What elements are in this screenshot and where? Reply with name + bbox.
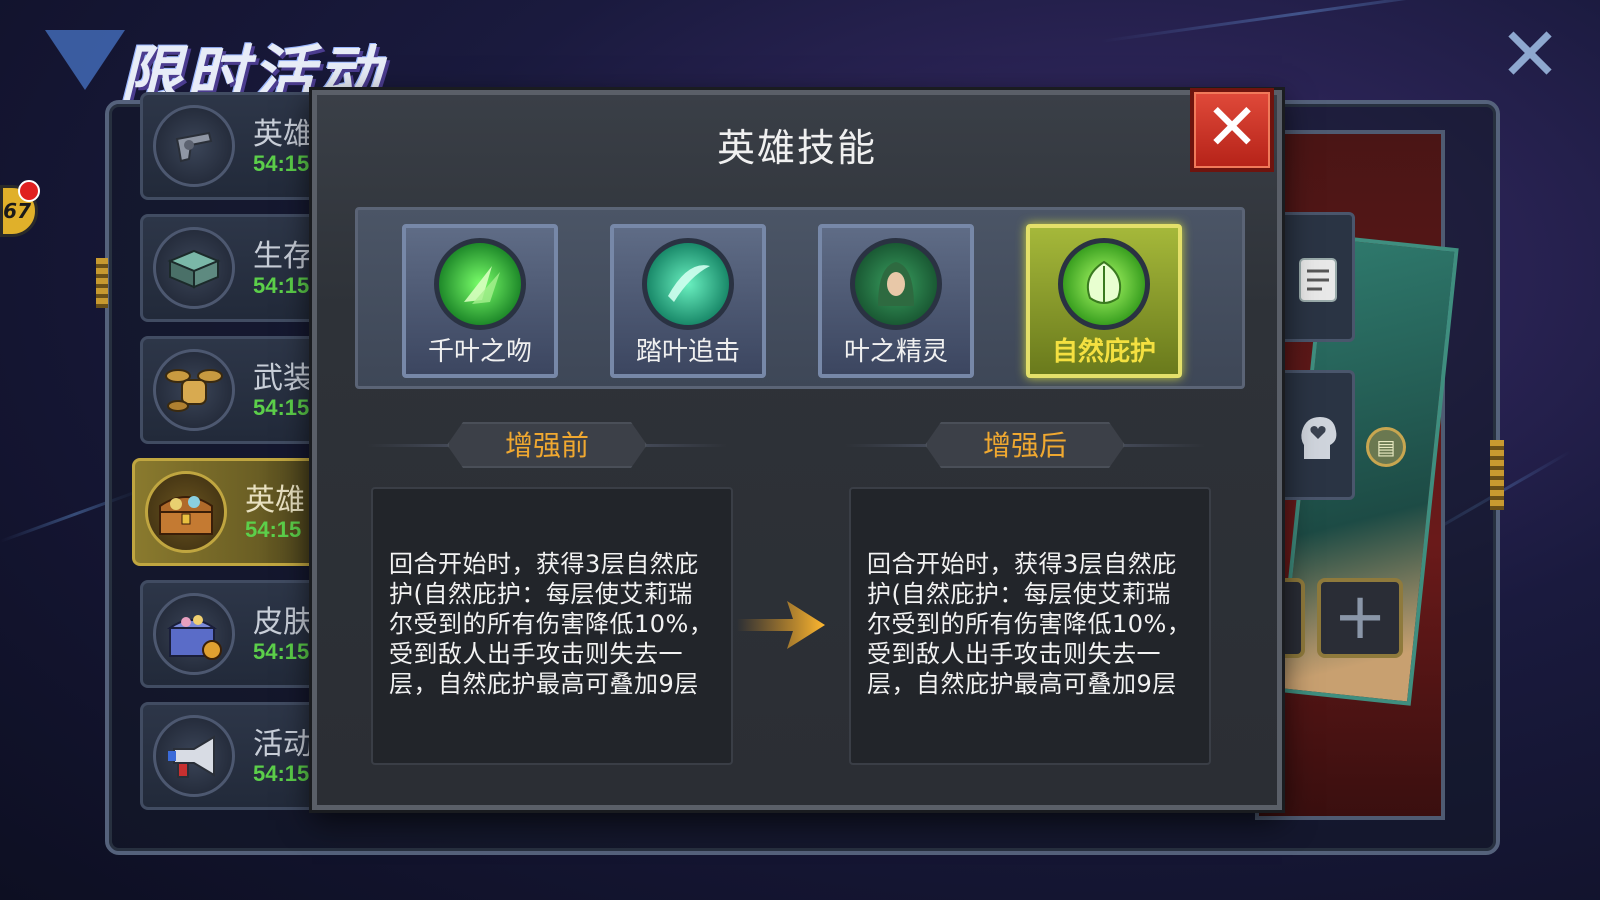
dialog-title: 英雄技能: [716, 126, 877, 170]
event-name: 英雄: [245, 483, 305, 518]
event-name: 生存: [253, 239, 313, 274]
leaf-blades-icon: [434, 238, 526, 330]
skill-tab-thousand-leaf-kiss[interactable]: 千叶之吻: [402, 224, 558, 378]
event-timer: 54:15: [253, 639, 310, 664]
megaphone-icon: [153, 715, 235, 797]
frame-decoration: [1490, 440, 1504, 510]
skill-label: 叶之精灵: [843, 337, 948, 367]
event-item-hero-active[interactable]: 英雄 54:15: [132, 458, 342, 566]
document-icon: [1296, 255, 1340, 305]
event-name: 活动: [253, 727, 313, 762]
chat-icon[interactable]: ▤: [1366, 427, 1406, 467]
skill-label: 千叶之吻: [427, 337, 532, 367]
revolver-icon: [153, 105, 235, 187]
crate-icon: [153, 227, 235, 309]
before-header: 增强前: [367, 422, 727, 470]
skill-tab-leaf-chase[interactable]: 踏叶追击: [610, 224, 766, 378]
event-item-hero-1[interactable]: 英雄 54:15: [140, 92, 340, 200]
event-name: 武装: [253, 361, 313, 396]
after-header-label: 增强后: [925, 422, 1125, 468]
leaf-slash-icon: [642, 238, 734, 330]
event-banner: 限时活动: [45, 18, 515, 111]
event-list: 英雄 54:15 生存 54:15 武装 54:15 英雄 54:15 皮肤 5…: [132, 92, 342, 820]
event-item-activity[interactable]: 活动 54:15: [140, 702, 340, 810]
red-dot-icon: [18, 180, 40, 202]
close-event-button[interactable]: ✕: [1495, 18, 1565, 92]
hero-skill-dialog: 英雄技能 千叶之吻 踏叶追击 叶之精灵 自然庇护 增强前 回合开始时，获得3层自…: [312, 90, 1282, 810]
gift-chest-icon: [153, 593, 235, 675]
head-heart-icon: [1296, 413, 1340, 463]
skill-tab-nature-shelter[interactable]: 自然庇护: [1026, 224, 1182, 378]
after-description: 回合开始时，获得3层自然庇护(自然庇护：每层使艾莉瑞尔受到的所有伤害降低10%，…: [849, 487, 1211, 765]
add-button[interactable]: +: [1317, 578, 1403, 658]
arrow-right-icon: [737, 595, 827, 655]
event-name: 皮肤: [253, 605, 313, 640]
skill-label: 踏叶追击: [635, 337, 740, 367]
before-description: 回合开始时，获得3层自然庇护(自然庇护：每层使艾莉瑞尔受到的所有伤害降低10%，…: [371, 487, 733, 765]
dialog-close-button[interactable]: ✕: [1190, 88, 1274, 172]
side-tab-notes[interactable]: [1275, 212, 1355, 342]
banner-triangle-decoration: [45, 30, 125, 90]
event-item-skin[interactable]: 皮肤 54:15: [140, 580, 340, 688]
event-item-survival[interactable]: 生存 54:15: [140, 214, 340, 322]
nature-leaf-icon: [1058, 238, 1150, 330]
frame-decoration: [96, 258, 108, 308]
event-timer: 54:15: [253, 273, 310, 298]
bg-streak: [1099, 0, 1497, 43]
event-timer: 54:15: [253, 761, 310, 786]
skill-tab-leaf-spirit[interactable]: 叶之精灵: [818, 224, 974, 378]
event-timer: 54:15: [245, 517, 302, 542]
skill-label: 自然庇护: [1051, 337, 1156, 367]
event-item-armament[interactable]: 武装 54:15: [140, 336, 340, 444]
treasure-chest-icon: [145, 471, 227, 553]
elf-portrait-icon: [850, 238, 942, 330]
before-header-label: 增强前: [447, 422, 647, 468]
drone-icon: [153, 349, 235, 431]
event-timer: 54:15: [253, 151, 310, 176]
side-tab-favorite[interactable]: [1275, 370, 1355, 500]
event-timer: 54:15: [253, 395, 310, 420]
event-name: 英雄: [253, 117, 313, 152]
after-header: 增强后: [845, 422, 1205, 470]
skill-tab-bar: 千叶之吻 踏叶追击 叶之精灵 自然庇护: [355, 207, 1245, 389]
